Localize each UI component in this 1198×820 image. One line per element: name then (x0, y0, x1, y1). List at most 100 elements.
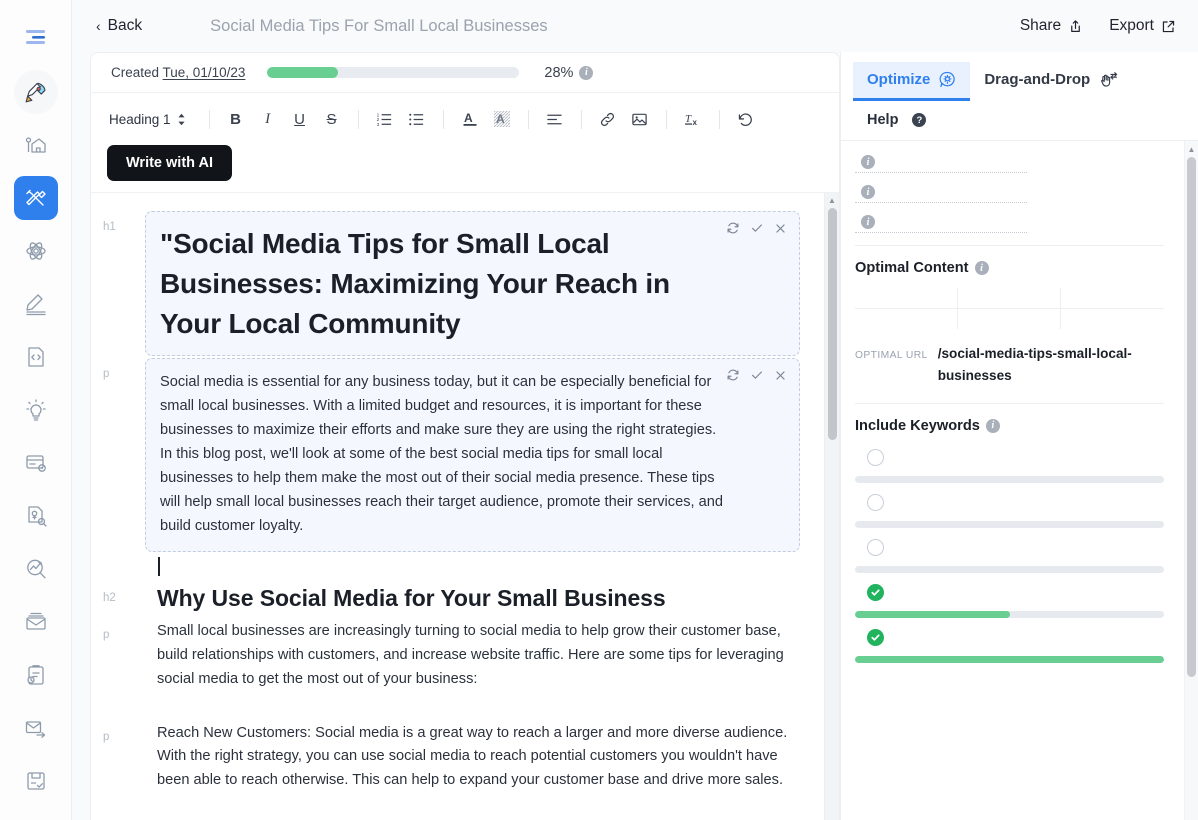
sidebar-item-home[interactable] (14, 123, 58, 167)
check-icon[interactable] (750, 221, 764, 235)
plain-block[interactable]: Small local businesses are increasingly … (145, 619, 800, 693)
stat-info-icon[interactable]: i (861, 215, 875, 229)
keyword-checkbox[interactable] (867, 539, 884, 556)
optimal-content-title-text: Optimal Content (855, 260, 969, 276)
sidebar-item-mail-send[interactable] (14, 706, 58, 750)
undo-button[interactable] (732, 105, 760, 133)
write-with-ai-button[interactable]: Write with AI (107, 145, 232, 181)
block-body[interactable]: Why Use Social Media for Your Small Busi… (145, 582, 800, 617)
block-body[interactable]: Reach New Customers: Social media is a g… (145, 721, 800, 795)
sidebar-item-lightbulb[interactable] (14, 388, 58, 432)
progress-info-icon[interactable]: i (579, 66, 593, 80)
include-keywords-info-icon[interactable]: i (986, 419, 1000, 433)
strikethrough-button[interactable]: S (318, 105, 346, 133)
sidebar-item-envelope[interactable] (14, 600, 58, 644)
insert-image-button[interactable] (626, 105, 654, 133)
tab-optimize[interactable]: Optimize (853, 62, 970, 101)
editor-panel: Created Tue, 01/10/23 28%i Heading 1 (90, 52, 840, 820)
stat-info-icon[interactable]: i (861, 155, 875, 169)
ordered-list-button[interactable]: 1 2 3 (371, 105, 399, 133)
block-spacer (101, 695, 800, 721)
share-button[interactable]: Share (1020, 17, 1083, 35)
plain-block[interactable]: Reach New Customers: Social media is a g… (145, 721, 800, 795)
sidebar-item-rocket[interactable] (14, 70, 58, 114)
stat-info-icon[interactable]: i (861, 185, 875, 199)
keyword-row[interactable] (855, 491, 1164, 514)
svg-text:T: T (685, 113, 692, 125)
sidebar-item-code-file[interactable] (14, 335, 58, 379)
bold-button[interactable]: B (222, 105, 250, 133)
top-bar-actions: Share Export (1020, 17, 1176, 35)
clear-format-button[interactable]: T x (679, 105, 707, 133)
share-button-label: Share (1020, 17, 1061, 35)
sidebar-item-atom[interactable] (14, 229, 58, 273)
sidebar-item-clipboard-clock[interactable] (14, 653, 58, 697)
keyword-checkbox[interactable] (867, 449, 884, 466)
check-icon[interactable] (750, 368, 764, 382)
mail-send-icon (24, 716, 48, 740)
align-button[interactable] (541, 105, 569, 133)
document-block: pReach New Customers: Social media is a … (101, 721, 800, 795)
sidebar-item-edit-pencil[interactable] (14, 282, 58, 326)
sidebar-item-card-settings[interactable] (14, 441, 58, 485)
block-tag-label: p (101, 619, 145, 693)
block-body[interactable]: Small local businesses are increasingly … (145, 619, 800, 693)
refresh-icon[interactable] (726, 368, 740, 382)
sidebar-item-file-search[interactable] (14, 494, 58, 538)
plain-block[interactable]: Why Use Social Media for Your Small Busi… (145, 582, 800, 617)
panel-scroll-up-arrow-icon[interactable]: ▲ (1188, 144, 1196, 157)
keyword-row[interactable] (855, 626, 1164, 649)
sidebar-item-tools[interactable] (14, 176, 58, 220)
tab-drag-and-drop[interactable]: Drag-and-Drop (970, 62, 1132, 101)
close-icon[interactable] (774, 369, 787, 382)
editor-scrollbar-thumb[interactable] (828, 208, 837, 440)
italic-button[interactable]: I (254, 105, 282, 133)
keyword-row[interactable] (855, 446, 1164, 469)
editor-scrollbar[interactable]: ▲ (824, 193, 839, 820)
keyword-row[interactable] (855, 581, 1164, 604)
heading-style-value: Heading 1 (109, 112, 171, 127)
text-color-icon: A (461, 110, 479, 128)
text-caret-line[interactable] (145, 554, 800, 580)
panel-tab-list: OptimizeDrag-and-Drop (841, 52, 1198, 101)
ai-suggestion-block[interactable]: "Social Media Tips for Small Local Busin… (145, 211, 800, 356)
insert-link-button[interactable] (594, 105, 622, 133)
stat-row: i (855, 155, 1164, 173)
stat-row: i (855, 185, 1164, 203)
sidebar-item-save-check[interactable] (14, 759, 58, 803)
block-body[interactable]: Social media is essential for any busine… (145, 358, 800, 551)
help-question-icon[interactable]: ? (912, 113, 926, 127)
top-bar: ‹ Back Social Media Tips For Small Local… (72, 0, 1198, 52)
keyword-checkbox-checked[interactable] (867, 584, 884, 601)
metric-cell (958, 309, 1061, 329)
underline-button[interactable]: U (286, 105, 314, 133)
back-button[interactable]: ‹ Back (88, 13, 150, 39)
refresh-icon[interactable] (726, 221, 740, 235)
close-icon[interactable] (774, 222, 787, 235)
sidebar-item-analytics-search[interactable] (14, 547, 58, 591)
ai-suggestion-block[interactable]: Social media is essential for any busine… (145, 358, 800, 551)
keyword-checkbox[interactable] (867, 494, 884, 511)
optimal-content-title: Optimal Content i (855, 260, 1164, 276)
panel-scrollbar-thumb[interactable] (1187, 157, 1196, 677)
panel-scrollbar[interactable]: ▲ (1184, 141, 1198, 820)
highlight-color-button[interactable]: A (488, 105, 516, 133)
text-color-button[interactable]: A (456, 105, 484, 133)
bullet-list-icon (408, 111, 425, 128)
bullet-list-button[interactable] (403, 105, 431, 133)
keyword-row[interactable] (855, 536, 1164, 559)
block-body[interactable]: "Social Media Tips for Small Local Busin… (145, 211, 800, 356)
keyword-checkbox-checked[interactable] (867, 629, 884, 646)
optimization-progress-bar (267, 67, 519, 78)
hamburger-menu-icon[interactable] (21, 26, 51, 48)
heading-style-select[interactable]: Heading 1 (107, 109, 193, 130)
keyword-progress-fill (855, 611, 1010, 618)
export-button[interactable]: Export (1109, 17, 1176, 35)
scroll-up-arrow-icon[interactable]: ▲ (828, 195, 836, 208)
block-body[interactable] (145, 554, 800, 580)
created-date[interactable]: Tue, 01/10/23 (163, 65, 246, 80)
editor-toolbar: Heading 1 B I U S (91, 93, 839, 193)
optimal-content-info-icon[interactable]: i (975, 261, 989, 275)
text-caret (158, 557, 160, 576)
help-button[interactable]: Help ? (841, 101, 1198, 140)
